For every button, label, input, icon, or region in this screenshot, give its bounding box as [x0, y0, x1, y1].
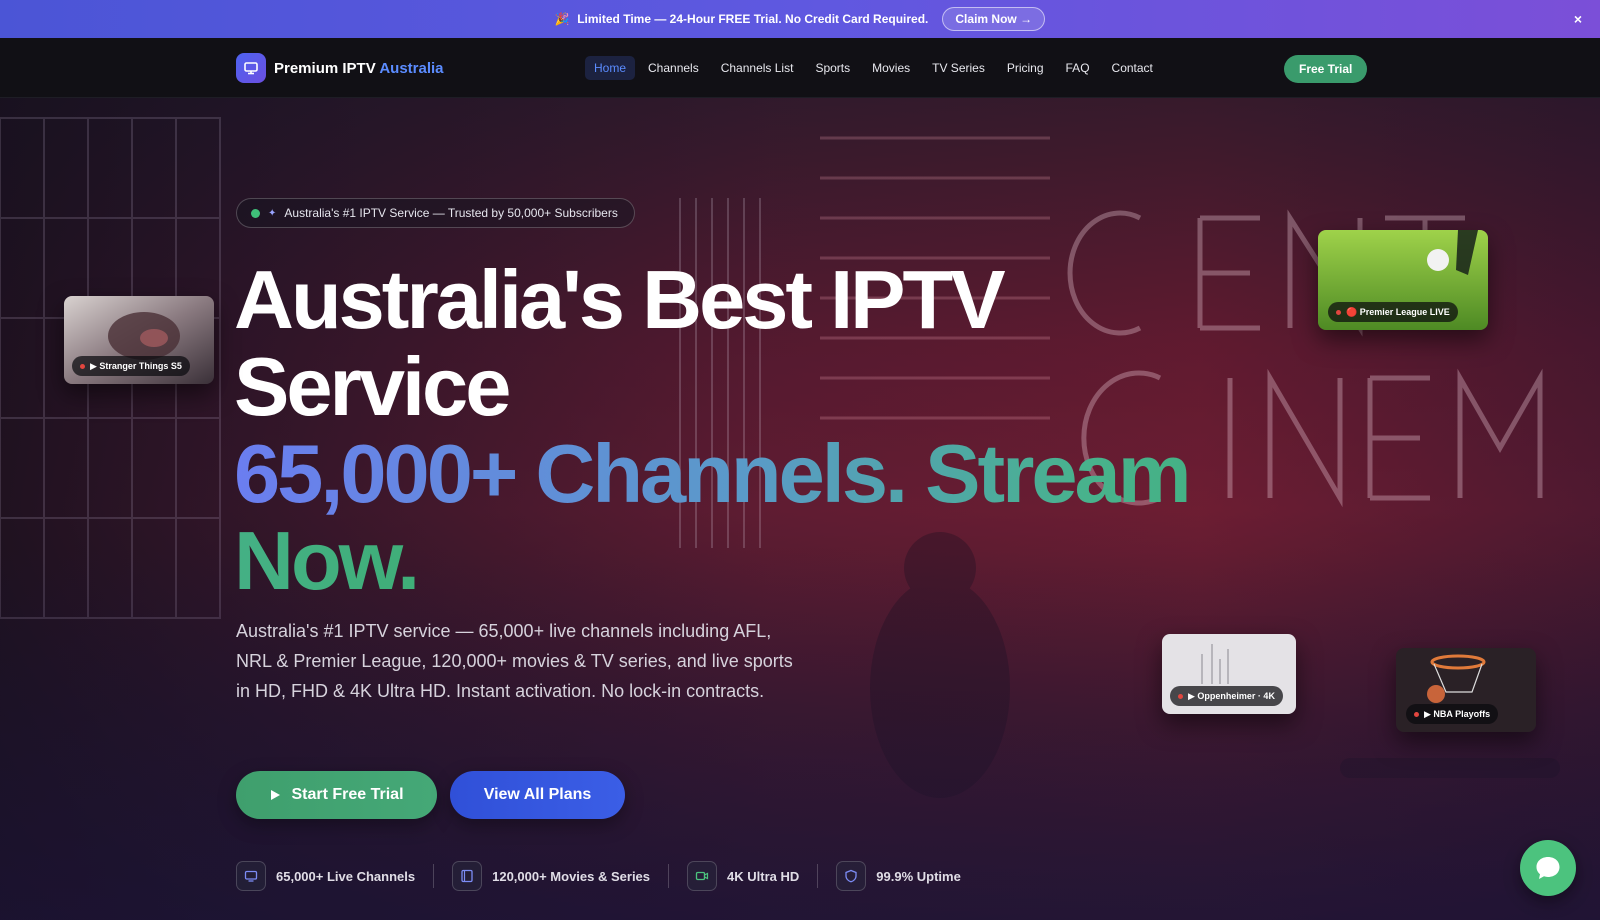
feature-label: 120,000+ Movies & Series [492, 868, 651, 884]
card-label: 🔴 Premier League LIVE [1328, 302, 1458, 322]
feature-strip: 65,000+ Live Channels 120,000+ Movies & … [236, 861, 961, 891]
feature-divider [668, 864, 670, 888]
party-popper-icon: 🎉 [554, 12, 570, 26]
trust-badge-text: Australia's #1 IPTV Service — Trusted by… [284, 206, 618, 220]
shield-icon [836, 861, 867, 891]
start-free-trial-label: Start Free Trial [291, 786, 404, 803]
status-dot-icon [251, 208, 260, 218]
live-dot-icon [1336, 309, 1341, 315]
feature-label: 4K Ultra HD [727, 868, 800, 884]
card-label-text: ▶ NBA Playoffs [1424, 708, 1491, 719]
card-premier-league[interactable]: 🔴 Premier League LIVE [1318, 230, 1488, 330]
card-label-text: 🔴 Premier League LIVE [1346, 306, 1450, 317]
tv-icon [236, 861, 266, 891]
live-dot-icon [80, 363, 85, 369]
view-all-plans-button[interactable]: View All Plans [450, 771, 625, 819]
headline-line-1: Australia's Best IPTV [234, 253, 1006, 346]
headline-line-2: Service [234, 340, 511, 433]
brand-name: Premium IPTV Australia [274, 60, 444, 77]
hero-description: Australia's #1 IPTV service — 65,000+ li… [236, 621, 793, 701]
brand-name-accent: Australia [379, 59, 444, 77]
nav-link-sports[interactable]: Sports [806, 56, 859, 80]
main-navbar: Premium IPTV Australia Home Channels Cha… [0, 38, 1600, 98]
video-camera-icon [687, 861, 718, 891]
nav-link-faq[interactable]: FAQ [1057, 56, 1099, 80]
nav-link-tv-series[interactable]: TV Series [923, 56, 994, 80]
nav-link-channels-list[interactable]: Channels List [712, 56, 803, 80]
card-stranger-things[interactable]: ▶ Stranger Things S5 [64, 296, 214, 384]
feature-live-channels: 65,000+ Live Channels [236, 861, 415, 891]
nav-free-trial-button[interactable]: Free Trial [1284, 55, 1368, 83]
nav-link-movies[interactable]: Movies [863, 56, 919, 80]
nav-menu: Home Channels Channels List Sports Movie… [585, 56, 1162, 80]
feature-divider [433, 864, 435, 888]
hero-headline: Australia's Best IPTV Service 65,000+ Ch… [234, 256, 1354, 604]
card-label-text: ▶ Oppenheimer · 4K [1188, 690, 1275, 701]
hero-section: ✦ Australia's #1 IPTV Service — Trusted … [0, 98, 1600, 920]
card-label: ▶ NBA Playoffs [1406, 704, 1499, 724]
feature-uptime: 99.9% Uptime [836, 861, 961, 891]
card-label-text: ▶ Stranger Things S5 [90, 360, 182, 371]
nav-link-pricing[interactable]: Pricing [998, 56, 1053, 80]
card-oppenheimer[interactable]: ▶ Oppenheimer · 4K [1162, 634, 1296, 714]
feature-label: 99.9% Uptime [876, 868, 961, 884]
promo-text: Limited Time — 24-Hour FREE Trial. No Cr… [577, 12, 929, 26]
start-free-trial-button[interactable]: Start Free Trial [236, 771, 437, 819]
feature-4k: 4K Ultra HD [687, 861, 799, 891]
trust-badge: ✦ Australia's #1 IPTV Service — Trusted … [236, 198, 635, 228]
card-label: ▶ Oppenheimer · 4K [1170, 686, 1283, 706]
feature-divider [817, 864, 819, 888]
live-dot-icon [1414, 711, 1419, 717]
card-nba-playoffs[interactable]: ▶ NBA Playoffs [1396, 648, 1536, 732]
feature-label: 65,000+ Live Channels [276, 868, 416, 884]
nav-link-channels[interactable]: Channels [639, 56, 708, 80]
headline-gradient-text: 65,000+ Channels. Stream Now. [234, 427, 1192, 607]
brand-logo-link[interactable]: Premium IPTV Australia [236, 53, 444, 83]
sparkle-icon: ✦ [268, 207, 277, 219]
play-icon [271, 790, 281, 800]
film-icon [452, 861, 483, 891]
promo-text-wrap: 🎉 Limited Time — 24-Hour FREE Trial. No … [555, 12, 928, 26]
monitor-icon [236, 53, 266, 83]
nav-link-contact[interactable]: Contact [1103, 56, 1162, 80]
promo-bar: 🎉 Limited Time — 24-Hour FREE Trial. No … [0, 0, 1600, 38]
nav-link-home[interactable]: Home [585, 56, 636, 80]
chat-bubble-icon [1536, 857, 1560, 879]
close-icon[interactable]: × [1570, 11, 1586, 27]
brand-name-main: Premium IPTV [274, 59, 376, 77]
card-label: ▶ Stranger Things S5 [72, 356, 190, 376]
live-chat-button[interactable] [1520, 840, 1576, 896]
claim-now-button[interactable]: Claim Now → [942, 7, 1046, 31]
live-dot-icon [1178, 693, 1183, 699]
feature-movies-series: 120,000+ Movies & Series [452, 861, 650, 891]
